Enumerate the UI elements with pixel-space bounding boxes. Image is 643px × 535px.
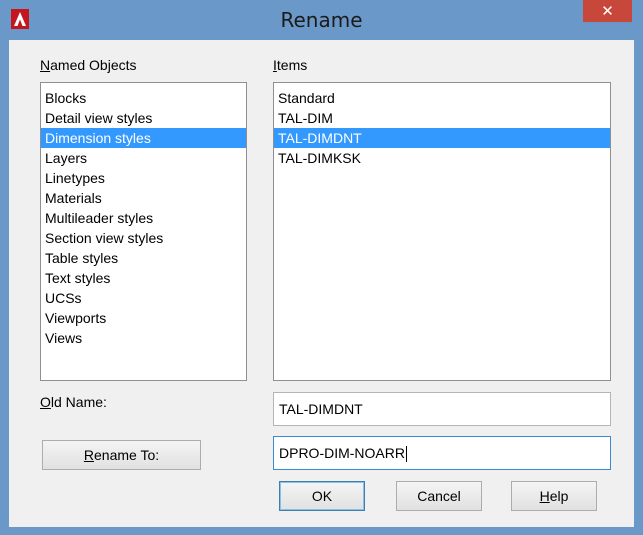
named-object-item[interactable]: Text styles	[41, 268, 246, 288]
named-objects-label: Named Objects	[40, 57, 137, 73]
help-button[interactable]: Help	[511, 481, 597, 511]
cancel-button[interactable]: Cancel	[396, 481, 482, 511]
dialog-title: Rename	[280, 8, 363, 32]
named-object-item[interactable]: Materials	[41, 188, 246, 208]
named-object-item[interactable]: Multileader styles	[41, 208, 246, 228]
named-object-item[interactable]: Viewports	[41, 308, 246, 328]
item-entry[interactable]: Standard	[274, 88, 610, 108]
named-object-item[interactable]: Table styles	[41, 248, 246, 268]
old-name-label: Old Name:	[40, 394, 107, 410]
rename-to-button[interactable]: Rename To:	[42, 440, 201, 470]
named-object-item[interactable]: Dimension styles	[41, 128, 246, 148]
title-bar[interactable]: Rename ✕	[0, 0, 643, 40]
rename-to-input[interactable]: DPRO-DIM-NOARR	[273, 436, 611, 470]
item-entry[interactable]: TAL-DIM	[274, 108, 610, 128]
dialog-body: Named Objects Blocks Detail view styles Di…	[9, 40, 634, 527]
named-object-item[interactable]: UCSs	[41, 288, 246, 308]
named-object-item[interactable]: Layers	[41, 148, 246, 168]
rename-dialog: Rename ✕ Named Objects Blocks Detail view…	[0, 0, 643, 535]
named-object-item[interactable]: Detail view styles	[41, 108, 246, 128]
named-object-item[interactable]: Blocks	[41, 88, 246, 108]
old-name-field: TAL-DIMDNT	[273, 392, 611, 426]
close-button[interactable]: ✕	[583, 0, 632, 22]
named-object-item[interactable]: Section view styles	[41, 228, 246, 248]
ok-button[interactable]: OK	[279, 481, 365, 511]
items-list[interactable]: Standard TAL-DIM TAL-DIMDNT TAL-DIMKSK	[273, 82, 611, 381]
named-objects-list[interactable]: Blocks Detail view styles Dimension styles…	[40, 82, 247, 381]
named-object-item[interactable]: Linetypes	[41, 168, 246, 188]
item-entry[interactable]: TAL-DIMDNT	[274, 128, 610, 148]
item-entry[interactable]: TAL-DIMKSK	[274, 148, 610, 168]
items-label: Items	[273, 57, 308, 73]
named-object-item[interactable]: Views	[41, 328, 246, 348]
text-caret	[406, 446, 407, 463]
